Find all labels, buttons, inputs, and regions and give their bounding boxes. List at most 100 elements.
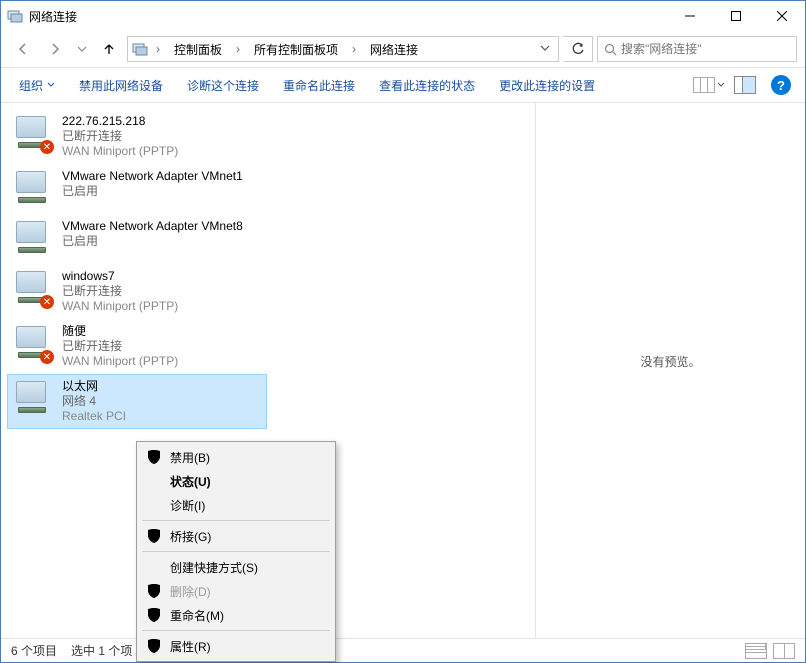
- view-options-button[interactable]: [693, 72, 725, 98]
- details-view-button[interactable]: [745, 643, 767, 659]
- connection-status: 已断开连接: [62, 339, 178, 354]
- connection-item[interactable]: 以太网 网络 4 Realtek PCI: [7, 374, 267, 429]
- connection-device: WAN Miniport (PPTP): [62, 354, 178, 369]
- menu-item-label: 重命名(M): [170, 607, 224, 624]
- window-icon: [7, 8, 23, 24]
- forward-button[interactable]: [41, 36, 69, 62]
- maximize-button[interactable]: [713, 1, 759, 31]
- context-menu-item[interactable]: 重命名(M): [140, 603, 332, 627]
- connection-item[interactable]: VMware Network Adapter VMnet1 已启用: [7, 164, 267, 214]
- connection-status: 已启用: [62, 184, 243, 199]
- back-button[interactable]: [9, 36, 37, 62]
- disconnected-overlay-icon: ✕: [40, 295, 54, 309]
- menu-separator: [142, 630, 330, 631]
- network-adapter-icon: [14, 169, 54, 209]
- connection-name: VMware Network Adapter VMnet8: [62, 219, 243, 234]
- main-content: ✕ 222.76.215.218 已断开连接 WAN Miniport (PPT…: [1, 103, 805, 638]
- uac-shield-icon: [146, 607, 162, 623]
- organize-menu[interactable]: 组织: [9, 73, 65, 98]
- network-adapter-icon: ✕: [14, 324, 54, 364]
- address-dropdown-icon[interactable]: [536, 42, 554, 56]
- selected-count: 选中 1 个项: [71, 642, 132, 659]
- menu-item-label: 禁用(B): [170, 449, 210, 466]
- connection-name: 随便: [62, 324, 178, 339]
- rename-connection-button[interactable]: 重命名此连接: [273, 73, 365, 98]
- window-title: 网络连接: [29, 8, 667, 25]
- context-menu-item[interactable]: 诊断(I): [140, 493, 332, 517]
- connection-item[interactable]: VMware Network Adapter VMnet8 已启用: [7, 214, 267, 264]
- uac-shield-icon: [146, 528, 162, 544]
- network-adapter-icon: [14, 219, 54, 259]
- menu-item-label: 删除(D): [170, 583, 211, 600]
- status-bar: 6 个项目 选中 1 个项: [1, 638, 805, 662]
- connection-status: 已启用: [62, 234, 243, 249]
- menu-item-label: 属性(R): [170, 638, 211, 655]
- menu-separator: [142, 520, 330, 521]
- chevron-right-icon[interactable]: ›: [232, 42, 244, 56]
- context-menu: 禁用(B) 状态(U) 诊断(I) 桥接(G) 创建快捷方式(S) 删除(D) 重命名(M)…: [136, 441, 336, 662]
- preview-text: 没有预览。: [640, 353, 700, 370]
- preview-pane: 没有预览。: [535, 103, 805, 638]
- network-adapter-icon: ✕: [14, 114, 54, 154]
- uac-shield-icon: [146, 583, 162, 599]
- connection-status: 网络 4: [62, 394, 126, 409]
- disconnected-overlay-icon: ✕: [40, 140, 54, 154]
- connection-name: VMware Network Adapter VMnet1: [62, 169, 243, 184]
- diagnose-connection-button[interactable]: 诊断这个连接: [177, 73, 269, 98]
- item-count: 6 个项目: [11, 642, 57, 659]
- menu-item-label: 桥接(G): [170, 528, 211, 545]
- network-adapter-icon: ✕: [14, 269, 54, 309]
- help-button[interactable]: ?: [765, 72, 797, 98]
- connection-name: windows7: [62, 269, 178, 284]
- connection-device: Realtek PCI: [62, 409, 126, 424]
- command-bar: 组织 禁用此网络设备 诊断这个连接 重命名此连接 查看此连接的状态 更改此连接的…: [1, 67, 805, 103]
- refresh-button[interactable]: [563, 36, 593, 62]
- connection-device: WAN Miniport (PPTP): [62, 144, 178, 159]
- minimize-button[interactable]: [667, 1, 713, 31]
- context-menu-item: 删除(D): [140, 579, 332, 603]
- connection-device: WAN Miniport (PPTP): [62, 299, 178, 314]
- uac-shield-icon: [146, 638, 162, 654]
- uac-shield-icon: [146, 449, 162, 465]
- navigation-row: › 控制面板 › 所有控制面板项 › 网络连接: [1, 31, 805, 67]
- network-adapter-icon: [14, 379, 54, 419]
- menu-separator: [142, 551, 330, 552]
- breadcrumb-item[interactable]: 控制面板: [168, 38, 228, 60]
- search-icon: [604, 43, 617, 56]
- menu-item-label: 创建快捷方式(S): [170, 559, 258, 576]
- connection-item[interactable]: ✕ 222.76.215.218 已断开连接 WAN Miniport (PPT…: [7, 109, 267, 164]
- connection-name: 222.76.215.218: [62, 114, 178, 129]
- disconnected-overlay-icon: ✕: [40, 350, 54, 364]
- preview-pane-toggle[interactable]: [729, 72, 761, 98]
- context-menu-item[interactable]: 属性(R): [140, 634, 332, 658]
- location-icon: [132, 41, 148, 57]
- context-menu-item[interactable]: 状态(U): [140, 469, 332, 493]
- breadcrumb-item[interactable]: 所有控制面板项: [248, 38, 344, 60]
- close-button[interactable]: [759, 1, 805, 31]
- address-bar[interactable]: › 控制面板 › 所有控制面板项 › 网络连接: [127, 36, 559, 62]
- menu-item-label: 诊断(I): [170, 497, 205, 514]
- up-button[interactable]: [95, 36, 123, 62]
- title-bar: 网络连接: [1, 1, 805, 31]
- search-box[interactable]: [597, 36, 797, 62]
- connection-item[interactable]: ✕ 随便 已断开连接 WAN Miniport (PPTP): [7, 319, 267, 374]
- connection-name: 以太网: [62, 379, 126, 394]
- tiles-view-button[interactable]: [773, 643, 795, 659]
- recent-locations-button[interactable]: [73, 36, 91, 62]
- context-menu-item[interactable]: 桥接(G): [140, 524, 332, 548]
- view-status-button[interactable]: 查看此连接的状态: [369, 73, 485, 98]
- disable-device-button[interactable]: 禁用此网络设备: [69, 73, 173, 98]
- connection-status: 已断开连接: [62, 129, 178, 144]
- chevron-down-icon: [717, 81, 725, 89]
- chevron-right-icon[interactable]: ›: [152, 42, 164, 56]
- connection-item[interactable]: ✕ windows7 已断开连接 WAN Miniport (PPTP): [7, 264, 267, 319]
- menu-item-label: 状态(U): [170, 473, 211, 490]
- context-menu-item[interactable]: 禁用(B): [140, 445, 332, 469]
- chevron-right-icon[interactable]: ›: [348, 42, 360, 56]
- search-input[interactable]: [621, 42, 790, 56]
- change-settings-button[interactable]: 更改此连接的设置: [489, 73, 605, 98]
- chevron-down-icon: [47, 81, 55, 89]
- connection-status: 已断开连接: [62, 284, 178, 299]
- breadcrumb-item[interactable]: 网络连接: [364, 38, 424, 60]
- context-menu-item[interactable]: 创建快捷方式(S): [140, 555, 332, 579]
